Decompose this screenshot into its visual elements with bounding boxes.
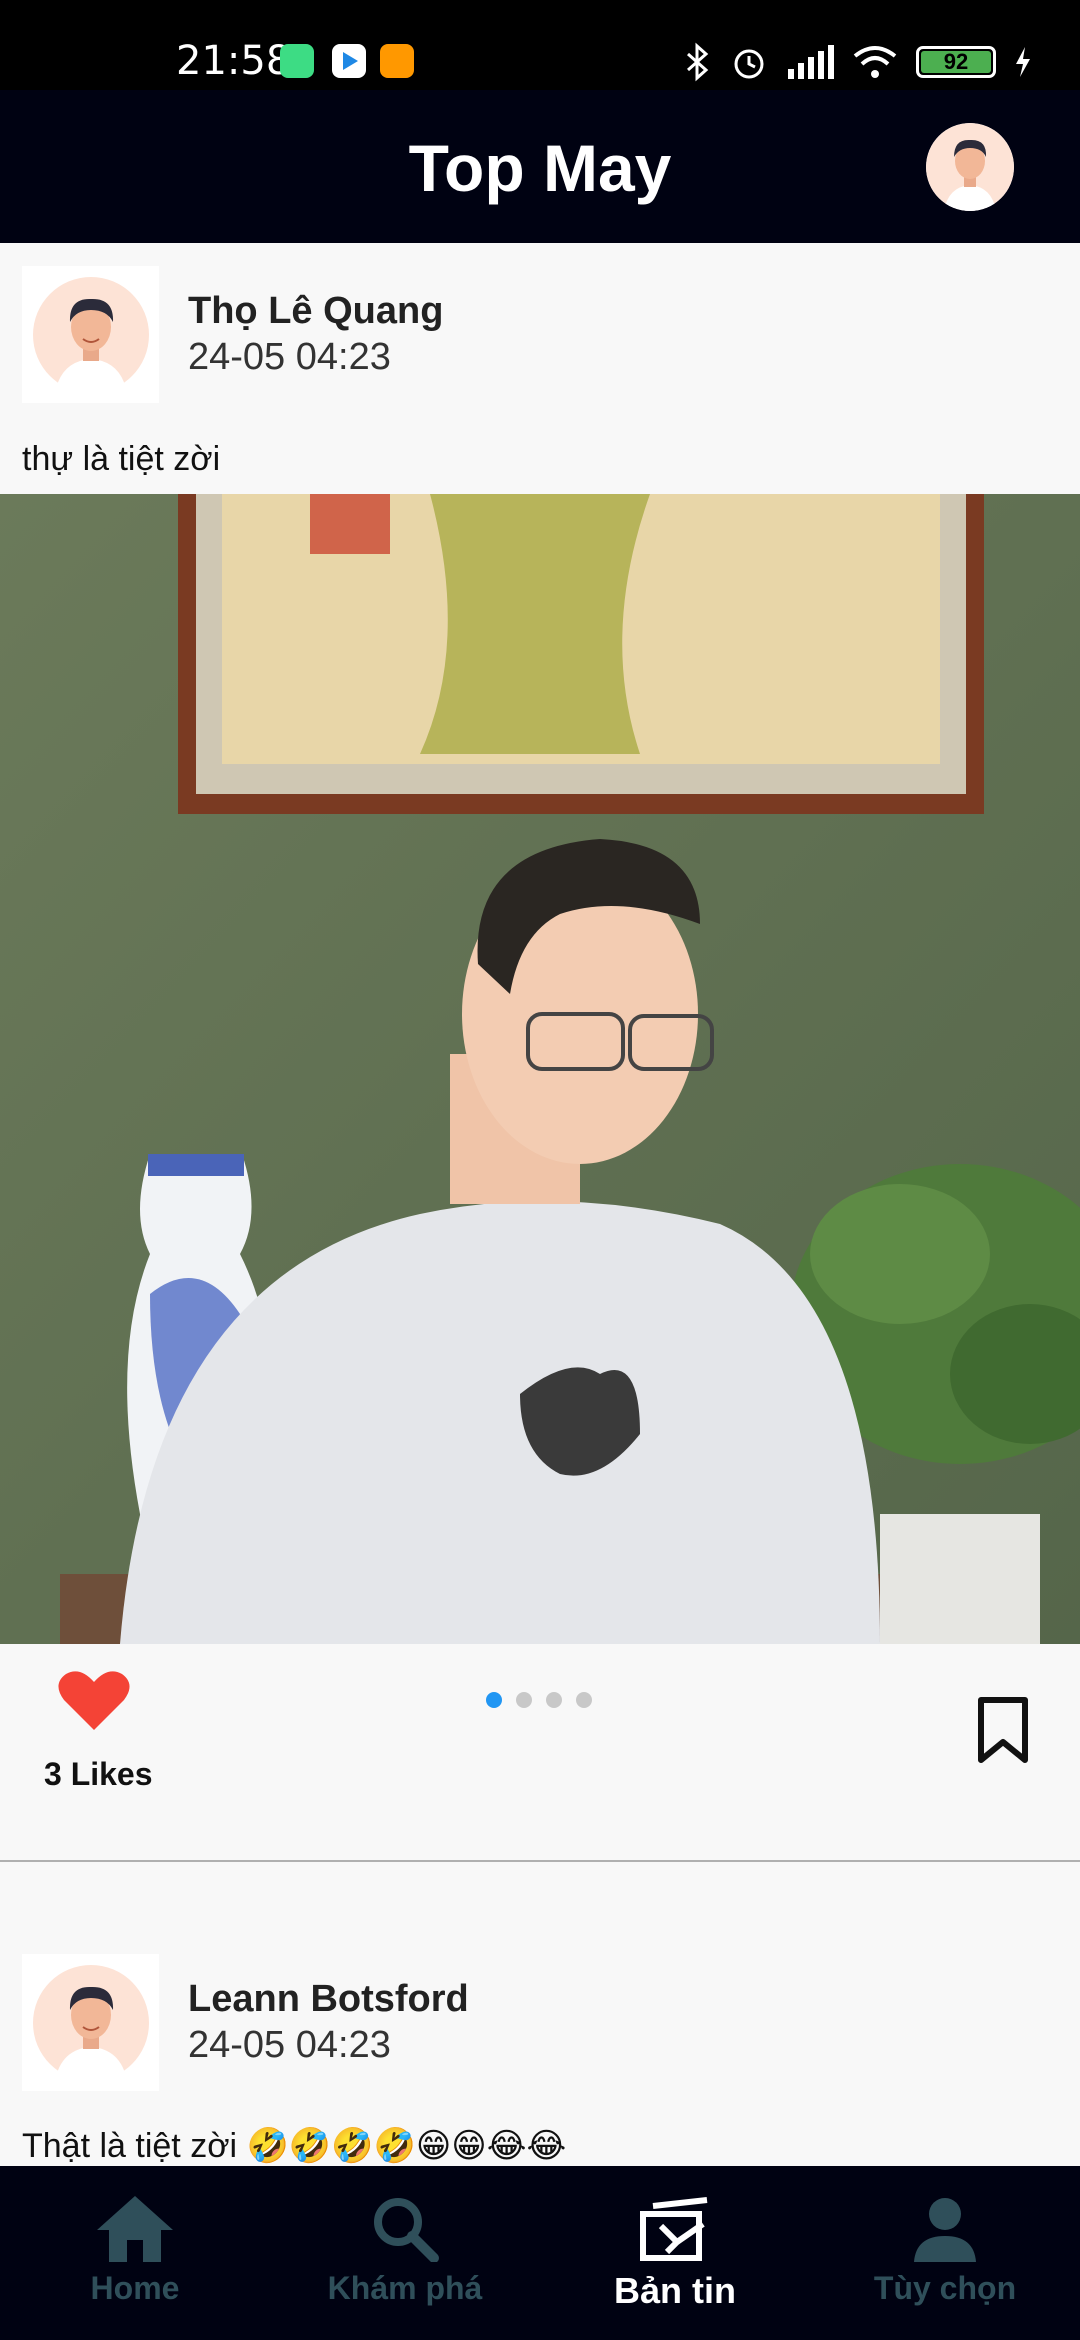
post-caption: Thật là tiệt zời 🤣🤣🤣🤣😁😁😂😂 bbox=[22, 2127, 567, 2165]
image-pager[interactable] bbox=[486, 1692, 592, 1708]
post-time: 24-05 04:23 bbox=[188, 336, 391, 378]
author-name[interactable]: Leann Botsford bbox=[188, 1978, 469, 2021]
status-bar: 21:58 92 bbox=[0, 0, 1080, 90]
bluetooth-icon bbox=[687, 42, 709, 82]
profile-avatar[interactable] bbox=[926, 123, 1014, 211]
search-icon bbox=[374, 2198, 439, 2262]
status-time: 21:58 bbox=[176, 38, 292, 84]
author-name[interactable]: Thọ Lê Quang bbox=[188, 290, 443, 333]
status-right: 92 bbox=[682, 40, 1032, 84]
post-caption: thự là tiệt zời bbox=[22, 440, 221, 478]
post-photo[interactable] bbox=[0, 494, 1080, 1644]
pager-dot[interactable] bbox=[516, 1692, 532, 1708]
alarm-icon bbox=[734, 49, 764, 79]
pager-dot[interactable] bbox=[486, 1692, 502, 1708]
nav-settings[interactable]: Tùy chọn bbox=[810, 2166, 1080, 2340]
author-avatar[interactable] bbox=[22, 1954, 159, 2091]
nav-label: Bản tin bbox=[614, 2270, 736, 2311]
post-actions: 3 Likes bbox=[0, 1644, 1080, 1862]
nav-home[interactable]: Home bbox=[0, 2166, 270, 2340]
post-time: 24-05 04:23 bbox=[188, 2024, 391, 2066]
bookmark-icon[interactable] bbox=[975, 1696, 1031, 1764]
pager-dot[interactable] bbox=[546, 1692, 562, 1708]
heart-icon[interactable] bbox=[58, 1668, 130, 1732]
likes-count[interactable]: 3 Likes bbox=[44, 1756, 153, 1793]
signal-icon bbox=[788, 45, 834, 79]
nav-label: Khám phá bbox=[327, 2270, 483, 2306]
nav-newsfeed[interactable]: Bản tin bbox=[540, 2166, 810, 2340]
nav-explore[interactable]: Khám phá bbox=[270, 2166, 540, 2340]
app-header: Top May bbox=[0, 90, 1080, 243]
android-icon bbox=[280, 44, 314, 78]
author-avatar[interactable] bbox=[22, 266, 159, 403]
wifi-icon bbox=[853, 46, 897, 78]
play-store-icon bbox=[332, 44, 366, 78]
nav-label: Home bbox=[90, 2270, 180, 2306]
person-icon bbox=[914, 2198, 976, 2262]
bottom-nav: Home Khám phá Bản tin Tùy chọn bbox=[0, 2166, 1080, 2340]
app-title: Top May bbox=[408, 131, 672, 205]
pager-dot[interactable] bbox=[576, 1692, 592, 1708]
battery-level: 92 bbox=[943, 49, 969, 74]
home-icon bbox=[97, 2196, 173, 2262]
newsfeed-icon bbox=[640, 2197, 708, 2261]
app-notification-icon bbox=[380, 44, 414, 78]
post-divider bbox=[0, 1860, 1080, 1862]
nav-label: Tùy chọn bbox=[873, 2270, 1017, 2306]
charging-icon bbox=[1016, 47, 1030, 77]
battery-icon: 92 bbox=[916, 46, 996, 78]
